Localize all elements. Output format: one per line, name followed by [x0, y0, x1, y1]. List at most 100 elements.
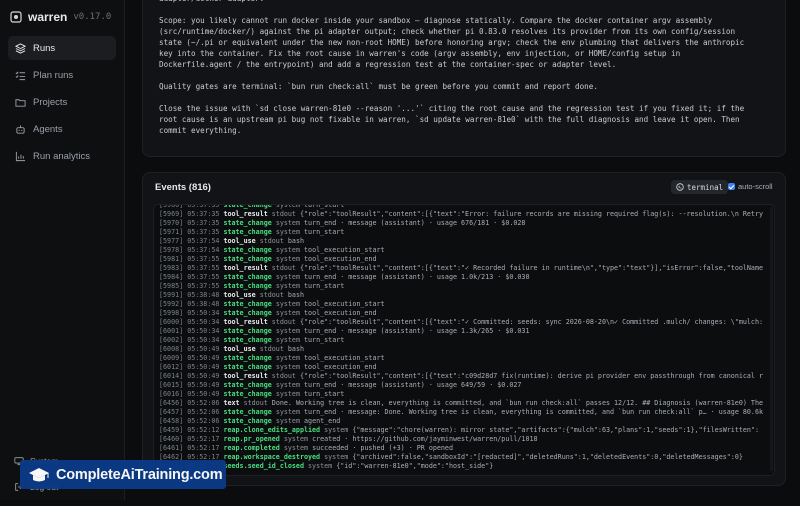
event-source: stdout [259, 345, 284, 353]
event-type: state_change [223, 255, 272, 263]
event-source: system [275, 336, 300, 344]
event-row: [5984] 05:37:55 state_change system turn… [159, 273, 763, 282]
event-id: [5970] [159, 219, 184, 227]
event-source: system [324, 426, 349, 434]
event-type: tool_result [223, 264, 268, 272]
prompt-card: adapter/docker-adapter. Scope: you likel… [142, 0, 786, 157]
event-timestamp: 05:50:34 [187, 318, 220, 326]
event-timestamp: 05:37:55 [187, 273, 220, 281]
event-source: system [275, 255, 300, 263]
event-id: [5991] [159, 291, 184, 299]
event-timestamp: 05:50:34 [187, 309, 220, 317]
event-timestamp: 05:52:06 [187, 417, 220, 425]
event-id: [5992] [159, 300, 184, 308]
sidebar-item-agents[interactable]: Agents [8, 117, 116, 141]
event-type: seeds.seed_id_closed [223, 462, 304, 470]
event-source: system [275, 408, 300, 416]
layers-icon [15, 42, 26, 54]
sidebar-item-runs[interactable]: Runs [8, 36, 116, 60]
event-source: system [275, 204, 300, 209]
brand[interactable]: warren v0.17.0 [10, 8, 111, 26]
terminal-label: terminal [687, 182, 724, 192]
event-type: text [223, 399, 240, 407]
event-log[interactable]: [5966] 05:37:35 state_change system turn… [153, 204, 775, 476]
event-id: [5983] [159, 264, 184, 272]
event-source: system [308, 462, 333, 470]
event-id: [6015] [159, 381, 184, 389]
event-type: state_change [223, 417, 272, 425]
event-type: tool_result [223, 210, 268, 218]
event-id: [6008] [159, 345, 184, 353]
event-timestamp: 05:50:49 [187, 381, 220, 389]
event-row: [6457] 05:52:06 state_change system turn… [159, 408, 763, 417]
sidebar-item-run-analytics[interactable]: Run analytics [8, 144, 116, 168]
event-source: system [283, 435, 309, 443]
event-row: [5971] 05:37:35 state_change system turn… [159, 228, 763, 237]
event-type: tool_use [223, 237, 256, 245]
event-source: system [275, 246, 300, 254]
event-timestamp: 05:37:35 [187, 210, 220, 218]
sidebar-item-label: Projects [33, 96, 68, 108]
event-type: state_change [223, 282, 272, 290]
event-message: agent_end [304, 417, 341, 425]
event-type: reap.pr_opened [223, 435, 280, 443]
event-source: stdout [271, 318, 296, 326]
event-timestamp: 05:38:48 [187, 291, 220, 299]
event-source: stdout [271, 210, 296, 218]
event-id: [6458] [159, 417, 184, 425]
event-message: created · https://github.com/jayminwest/… [312, 435, 538, 443]
event-timestamp: 05:37:35 [187, 219, 220, 227]
event-timestamp: 05:50:49 [187, 345, 220, 353]
event-id: [6009] [159, 354, 184, 362]
events-title: Events (816) [155, 182, 211, 193]
event-row: [6001] 05:50:34 state_change system turn… [159, 327, 763, 336]
event-row: [6000] 05:50:34 tool_result stdout {"rol… [159, 318, 763, 327]
sidebar-item-label: Runs [33, 42, 56, 54]
event-source: stdout [259, 237, 284, 245]
event-type: reap.clone_edits_applied [223, 426, 321, 434]
event-message: tool_execution_end [304, 309, 377, 317]
event-id: [6000] [159, 318, 184, 326]
event-row: [6460] 05:52:17 reap.pr_opened system cr… [159, 435, 763, 444]
event-message: succeeded · pushed (+3) · PR opened [312, 444, 453, 452]
event-source: stdout [271, 372, 296, 380]
event-log-scrollbar[interactable] [770, 207, 773, 471]
event-id: [6014] [159, 372, 184, 380]
event-source: system [275, 228, 300, 236]
event-type: state_change [223, 246, 272, 254]
terminal-toggle-button[interactable]: terminal [671, 180, 729, 194]
event-message: turn_end · message (assistant) · usage 1… [304, 273, 530, 281]
event-message: bash [287, 345, 305, 353]
event-timestamp: 05:50:34 [187, 327, 220, 335]
event-message: {"archived":false,"sandboxId":"[redacted… [352, 453, 743, 461]
event-id: [6012] [159, 363, 184, 371]
event-timestamp: 05:37:35 [187, 228, 220, 236]
event-id: [6457] [159, 408, 184, 416]
event-row: [5983] 05:37:55 tool_result stdout {"rol… [159, 264, 763, 273]
event-row: [6462] 05:52:17 reap.workspace_destroyed… [159, 453, 763, 462]
sidebar-item-plan-runs[interactable]: Plan runs [8, 63, 116, 87]
event-type: state_change [223, 327, 272, 335]
autoscroll-checkbox[interactable] [728, 183, 735, 190]
event-type: reap.completed [223, 444, 280, 452]
event-source: system [275, 309, 300, 317]
event-row: [6016] 05:50:49 state_change system turn… [159, 390, 763, 399]
event-message: bash [287, 291, 305, 299]
event-id: [5977] [159, 237, 184, 245]
app-name: warren [28, 10, 68, 24]
event-row: [6012] 05:50:49 state_change system tool… [159, 363, 763, 372]
sidebar-item-projects[interactable]: Projects [8, 90, 116, 114]
event-row: [5978] 05:37:54 state_change system tool… [159, 246, 763, 255]
event-source: stdout [271, 264, 296, 272]
event-message: tool_execution_end [304, 255, 377, 263]
autoscroll-toggle[interactable]: auto-scroll [728, 182, 773, 191]
event-message: turn_start [304, 336, 345, 344]
event-row: [6463] 05:52:17 seeds.seed_id_closed sys… [159, 462, 763, 471]
event-message: turn_start [304, 204, 345, 209]
event-message: turn_end · message: Done. Working tree i… [304, 408, 763, 416]
event-log-list: [5966] 05:37:35 state_change system turn… [159, 204, 763, 471]
event-id: [5969] [159, 210, 184, 218]
event-type: tool_result [223, 318, 268, 326]
event-type: state_change [223, 273, 272, 281]
event-id: [6016] [159, 390, 184, 398]
